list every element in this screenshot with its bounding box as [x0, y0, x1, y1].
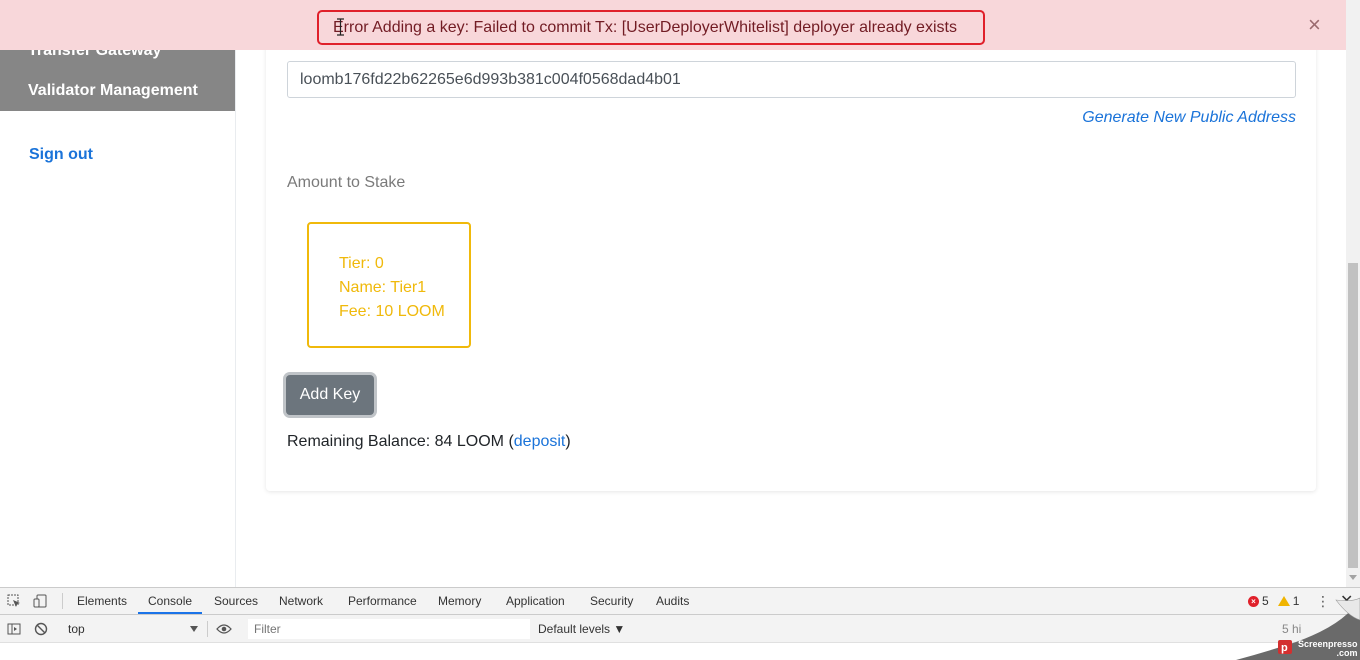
- balance-text: Remaining Balance: 84 LOOM (: [287, 433, 514, 450]
- amount-to-stake-label: Amount to Stake: [287, 174, 406, 191]
- tier-name: Name: Tier1: [339, 279, 427, 296]
- tier-fee: Fee: 10 LOOM: [339, 303, 445, 320]
- balance-close-paren: ): [565, 433, 571, 450]
- add-key-card: Generate New Public Address Amount to St…: [266, 20, 1316, 491]
- log-levels-dropdown[interactable]: Default levels ▼: [538, 622, 625, 636]
- console-filter-input[interactable]: [248, 619, 530, 639]
- tab-elements[interactable]: Elements: [77, 594, 127, 608]
- sidebar-item-validator-management[interactable]: Validator Management: [28, 82, 198, 100]
- error-alert: Error Adding a key: Failed to commit Tx:…: [0, 0, 1346, 50]
- deposit-link[interactable]: deposit: [514, 433, 566, 450]
- tab-application[interactable]: Application: [506, 594, 565, 608]
- tier-option-card[interactable]: Tier: 0 Name: Tier1 Fee: 10 LOOM: [307, 222, 471, 348]
- watermark-line-2: .com: [1336, 648, 1358, 658]
- tab-performance[interactable]: Performance: [348, 594, 417, 608]
- inspect-element-icon[interactable]: [6, 593, 22, 609]
- scrollbar-thumb[interactable]: [1348, 263, 1358, 568]
- active-tab-indicator: [138, 612, 202, 614]
- watermark-text: Screenpresso .com: [1298, 640, 1358, 658]
- tab-memory[interactable]: Memory: [438, 594, 481, 608]
- tier-number: Tier: 0: [339, 255, 384, 272]
- tab-network[interactable]: Network: [279, 594, 323, 608]
- remaining-balance: Remaining Balance: 84 LOOM (deposit): [287, 433, 571, 451]
- svg-text:p: p: [1281, 642, 1288, 654]
- clear-console-icon[interactable]: [33, 621, 49, 637]
- console-toolbar: top Default levels ▼ 5 hi: [0, 616, 1360, 642]
- live-expression-eye-icon[interactable]: [216, 621, 232, 637]
- divider: [207, 621, 208, 637]
- tab-sources[interactable]: Sources: [214, 594, 258, 608]
- error-message: Error Adding a key: Failed to commit Tx:…: [317, 10, 985, 45]
- device-toolbar-icon[interactable]: [32, 593, 48, 609]
- scroll-down-arrow-icon[interactable]: [1349, 575, 1357, 580]
- tab-console[interactable]: Console: [148, 594, 192, 608]
- devtools-panel: Elements Console Sources Network Perform…: [0, 587, 1360, 660]
- chevron-down-icon: [190, 626, 198, 632]
- tab-security[interactable]: Security: [590, 594, 633, 608]
- close-alert-button[interactable]: ×: [1308, 14, 1321, 36]
- sidebar: Transfer Gateway Validator Management Si…: [0, 0, 236, 587]
- text-cursor-icon: [337, 18, 344, 36]
- context-value: top: [68, 622, 85, 636]
- tab-audits[interactable]: Audits: [656, 594, 689, 608]
- devtools-tab-bar: Elements Console Sources Network Perform…: [0, 588, 1360, 615]
- generate-address-link[interactable]: Generate New Public Address: [1082, 109, 1296, 127]
- context-selector[interactable]: top: [62, 620, 202, 638]
- divider: [62, 593, 63, 609]
- public-address-input[interactable]: [287, 61, 1296, 98]
- main-content: Generate New Public Address Amount to St…: [236, 0, 1346, 587]
- console-output: [0, 642, 1360, 660]
- page-scrollbar[interactable]: [1346, 0, 1360, 587]
- add-key-button[interactable]: Add Key: [286, 375, 374, 415]
- show-sidebar-icon[interactable]: [6, 621, 22, 637]
- sign-out-link[interactable]: Sign out: [29, 146, 93, 164]
